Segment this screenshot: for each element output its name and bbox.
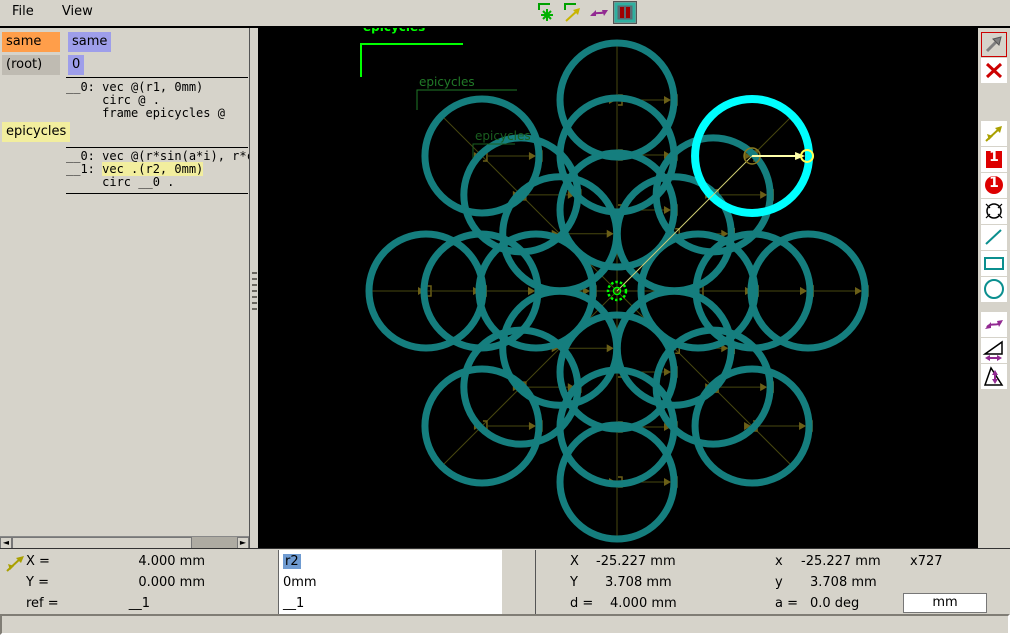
ref-label: ref =	[26, 596, 59, 611]
ref-value: __1	[128, 596, 150, 611]
frame-value-same[interactable]: same	[68, 32, 112, 52]
angle-label: a =	[775, 596, 798, 611]
top-toolbar	[535, 1, 637, 25]
status-bar: X = 4.000 mm Y = 0.000 mm ref = __1 r2 0…	[0, 548, 1010, 614]
cursor-x-label: X	[570, 554, 579, 569]
triangle-height-measure-icon	[981, 366, 1007, 393]
anchor-circle-1-button[interactable]: 1	[981, 173, 1007, 198]
code-line[interactable]: frame epicycles @	[66, 107, 225, 120]
frame-label[interactable]: epicycles	[419, 75, 475, 89]
local-y-value: 3.708 mm	[810, 575, 877, 590]
message-line	[0, 614, 1010, 635]
divider	[66, 193, 248, 194]
y-value: 0.000 mm	[138, 575, 205, 590]
local-x-value: -25.227 mm	[801, 554, 881, 569]
line-tool-button[interactable]	[981, 225, 1007, 250]
rectangle-tool-button[interactable]	[981, 251, 1007, 276]
menu-view[interactable]: View	[50, 0, 105, 26]
local-x-label: x	[775, 554, 783, 569]
code-highlight: vec .(r2, 0mm)	[102, 162, 204, 176]
circle-tool-icon	[981, 279, 1007, 306]
new-vector-button[interactable]	[561, 1, 585, 24]
delete-x-icon	[981, 62, 1007, 87]
anchor-square-1-button[interactable]: 1	[981, 147, 1007, 172]
divider	[66, 77, 248, 78]
splitter-handle-icon	[252, 272, 257, 314]
menu-bar: File View	[0, 0, 1010, 26]
measure-arrow-button[interactable]	[981, 312, 1007, 337]
vector-tool-button[interactable]	[981, 121, 1007, 146]
local-y-label: y	[775, 575, 783, 590]
frame-label[interactable]: epicycles	[475, 129, 531, 143]
tool-palette: 1 1	[980, 28, 1010, 548]
zoom-factor: x727	[910, 554, 943, 569]
frame-name-root[interactable]: (root)	[2, 55, 60, 75]
frame-tree-panel: same same (root) 0 __0: vec @(r1, 0mm) c…	[0, 28, 250, 548]
divider	[66, 147, 248, 148]
y-label: Y =	[26, 575, 49, 590]
pause-button[interactable]	[613, 1, 637, 24]
divider	[535, 550, 536, 614]
scrollbar-thumb[interactable]	[12, 537, 192, 548]
select-arrow-button[interactable]	[981, 32, 1007, 57]
triangle-side-measure-button[interactable]	[981, 338, 1007, 363]
horizontal-scrollbar[interactable]: ◄ ►	[0, 536, 249, 548]
parameter-fields: r2 0mm __1	[278, 550, 502, 614]
frame-name-same[interactable]: same	[2, 32, 60, 52]
cursor-y-label: Y	[570, 575, 578, 590]
code-line[interactable]: circ __0 .	[66, 176, 174, 189]
x-value: 4.000 mm	[138, 554, 205, 569]
distance-value: 4.000 mm	[610, 596, 677, 611]
scroll-right-button[interactable]: ►	[237, 537, 249, 548]
cursor-y-value: 3.708 mm	[605, 575, 672, 590]
menu-file[interactable]: File	[0, 0, 46, 26]
code-prefix: __1:	[66, 162, 103, 176]
frame-value-root[interactable]: 0	[68, 55, 85, 75]
x-label: X =	[26, 554, 50, 569]
circle-tool-button[interactable]	[981, 277, 1007, 302]
param-field-ref[interactable]: __1	[283, 596, 304, 611]
angle-value: 0.0 deg	[810, 596, 860, 611]
delete-button[interactable]	[981, 58, 1007, 83]
frame-name-epicycles[interactable]: epicycles	[2, 122, 71, 142]
param-field-offset[interactable]: 0mm	[283, 575, 317, 590]
distance-label: d =	[570, 596, 594, 611]
unit-selector[interactable]: mm	[903, 593, 987, 613]
construction-circle-button[interactable]	[981, 199, 1007, 224]
triangle-height-measure-button[interactable]	[981, 364, 1007, 389]
epicycle-drawing: epicycles epicycles epicycles	[360, 28, 869, 543]
new-frame-button[interactable]	[535, 1, 559, 24]
measure-button[interactable]	[587, 1, 611, 24]
drawing-canvas[interactable]: epicycles epicycles epicycles	[258, 28, 978, 548]
panel-splitter[interactable]	[251, 28, 258, 548]
param-field-r2[interactable]: r2	[283, 554, 301, 569]
scroll-left-button[interactable]: ◄	[0, 537, 12, 548]
frame-label[interactable]: epicycles	[363, 28, 425, 34]
cursor-x-value: -25.227 mm	[596, 554, 676, 569]
